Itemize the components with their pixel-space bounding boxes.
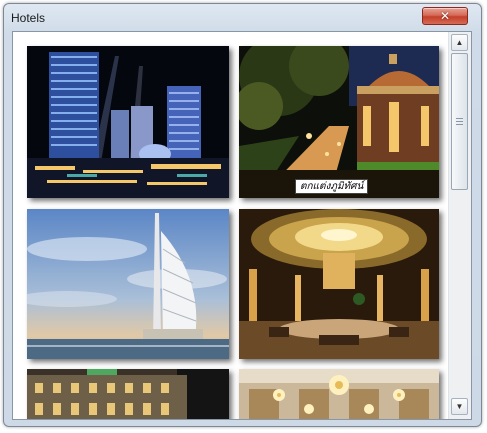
scroll-up-button[interactable]: ▲ [451,34,468,51]
hotel-photo-facade[interactable] [27,369,229,419]
hotel-photo-ballroom[interactable] [239,369,439,419]
close-button[interactable]: ✕ [422,7,468,25]
hotels-window: Hotels ✕ ตกแต่งภูมิทัศน์ ▲ ▼ [3,3,482,427]
hotel-photo-skyline[interactable] [27,46,229,198]
scroll-thumb[interactable] [451,53,468,190]
close-icon: ✕ [439,9,451,23]
grip-icon [456,118,463,125]
vertical-scrollbar[interactable]: ▲ ▼ [448,32,471,419]
hotel-photo-garden[interactable]: ตกแต่งภูมิทัศน์ [239,46,439,198]
gallery-panel: ตกแต่งภูมิทัศน์ ▲ ▼ [12,31,472,420]
arrow-up-icon: ▲ [455,38,464,47]
hotel-photo-tower[interactable] [27,209,229,359]
hotel-photo-lobby[interactable] [239,209,439,359]
photo-gallery: ตกแต่งภูมิทัศน์ [13,32,447,419]
scroll-down-button[interactable]: ▼ [451,398,468,415]
photo-caption: ตกแต่งภูมิทัศน์ [295,179,369,194]
arrow-down-icon: ▼ [455,402,464,411]
window-title: Hotels [11,11,46,25]
